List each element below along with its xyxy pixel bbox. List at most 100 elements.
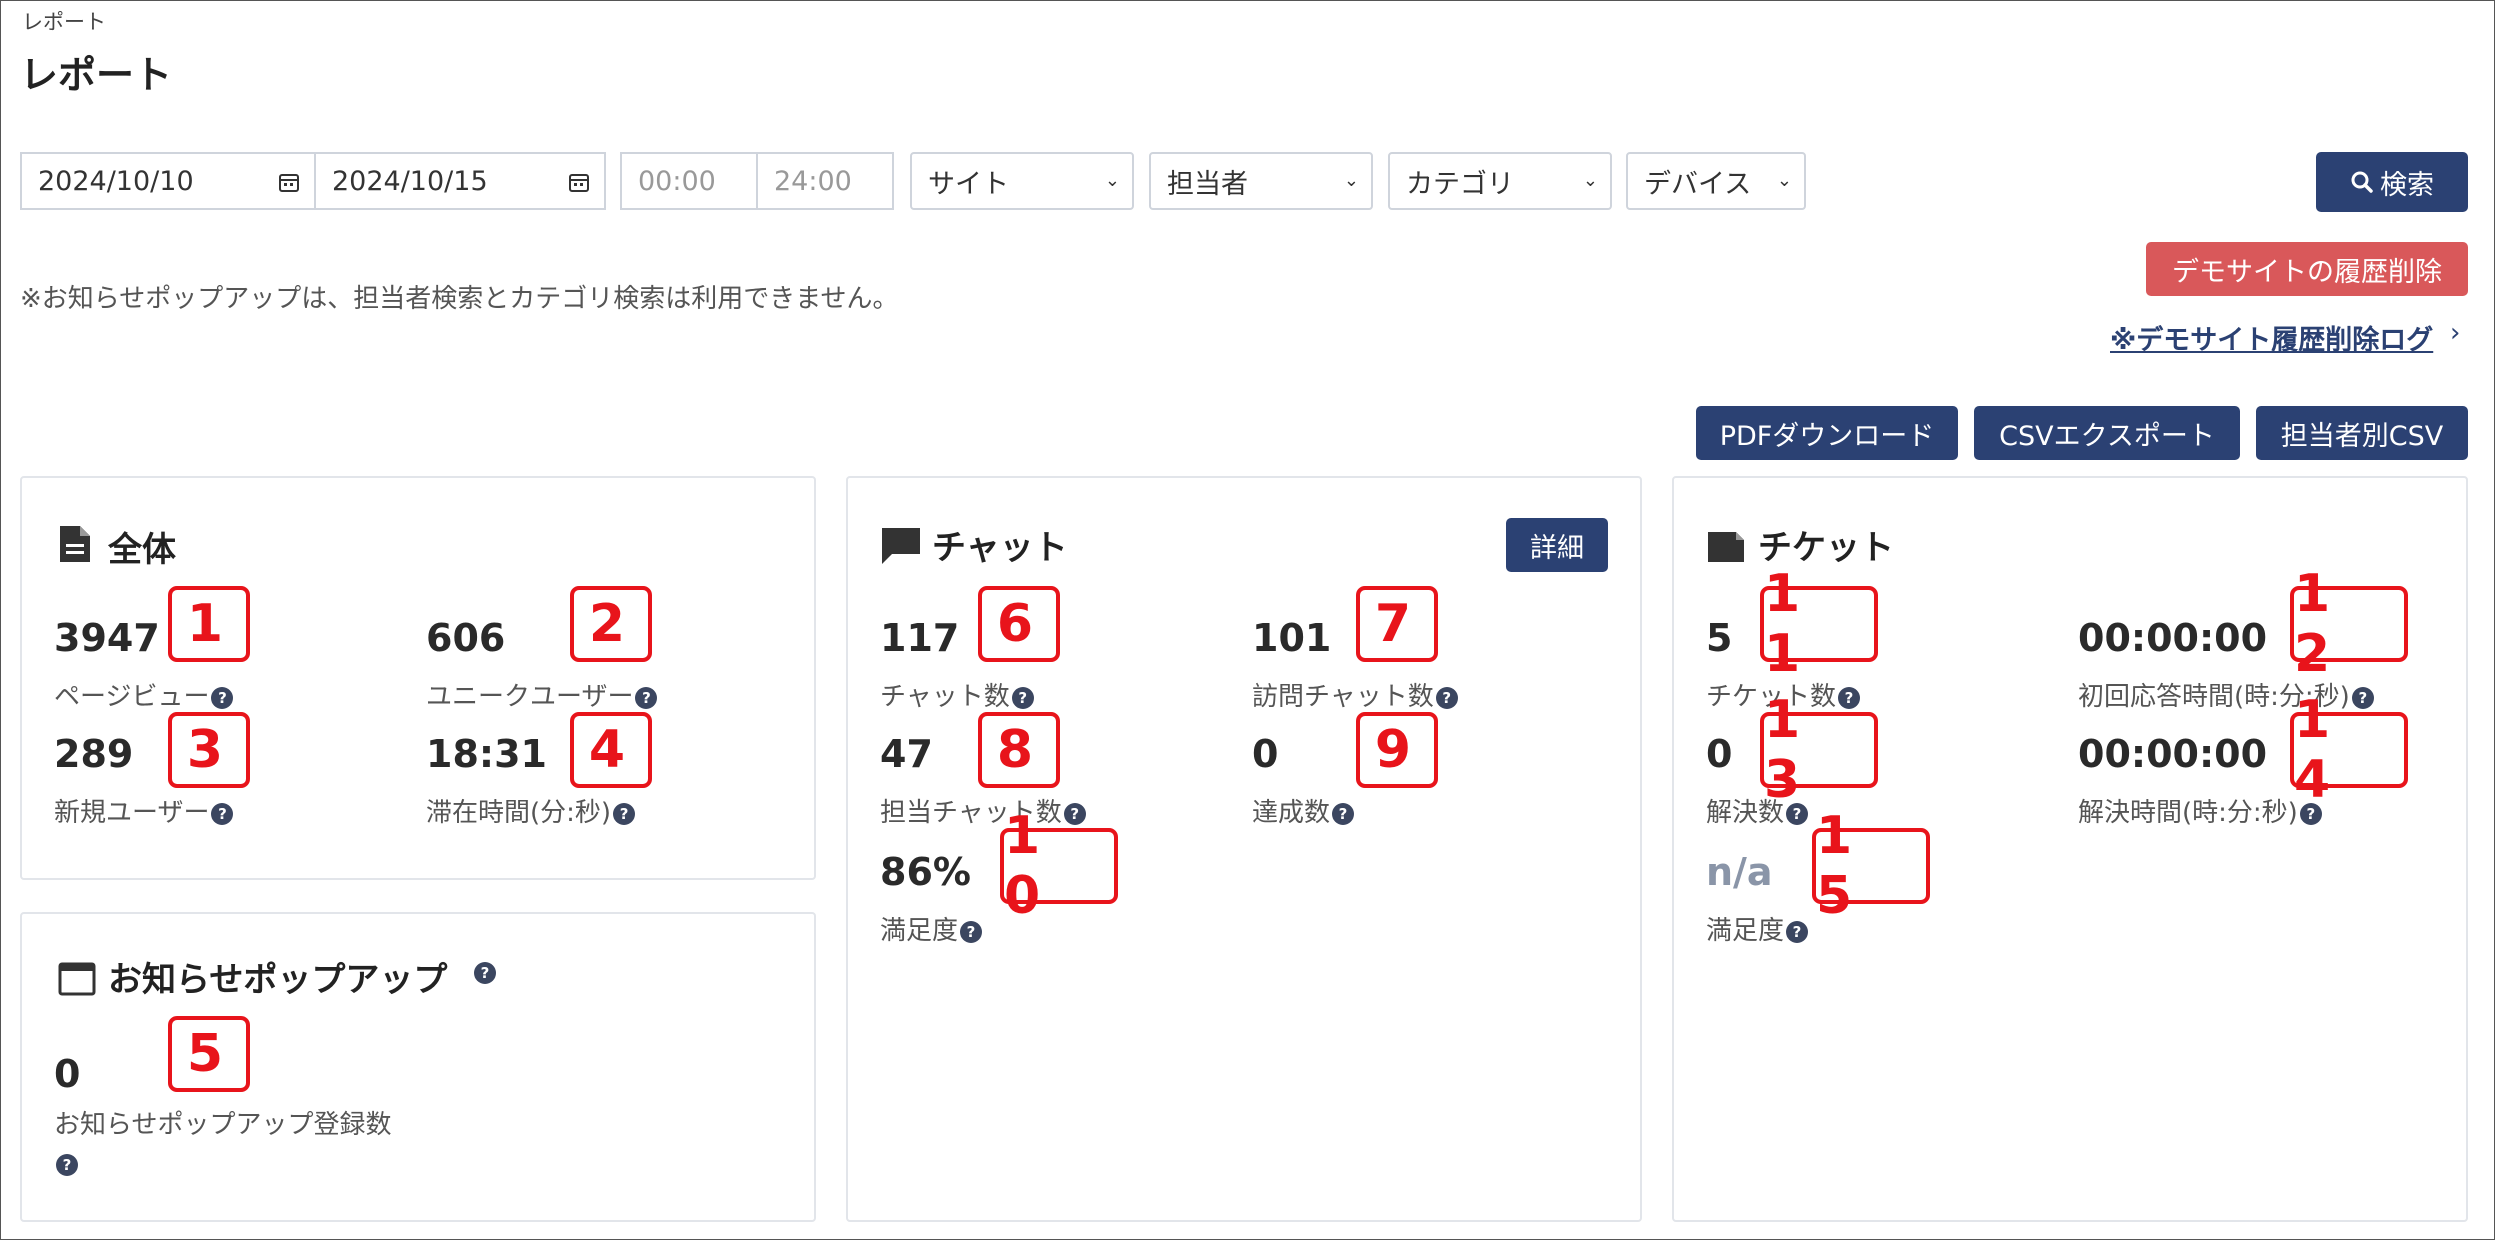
ticket-satisfaction-label: 満足度? [1706,910,1809,947]
site-select-value: サイト [928,168,1009,200]
unique-users-label-text: ユニークユーザー [426,682,634,712]
popup-count-value: 0 [54,1052,81,1096]
new-users-label-text: 新規ユーザー [54,798,210,828]
csv-export-button[interactable]: CSVエクスポート [1974,406,2240,460]
help-icon[interactable]: ? [2299,802,2322,825]
help-icon[interactable]: ? [474,962,496,984]
category-select[interactable]: カテゴリ ⌄ [1388,152,1612,210]
time-from-value: 00:00 [638,165,716,197]
chat-satisfaction-label: 満足度? [880,910,983,947]
popup-title: お知らせポップアップ [108,960,448,1000]
notice-text: ※お知らせポップアップは、担当者検索とカテゴリ検索は利用できません。 [20,284,899,314]
resolved-label-text: 解決数 [1706,798,1785,828]
time-from-field[interactable]: 00:00 [620,152,760,210]
annotation-marker: 1 1 [1760,564,1878,684]
date-to-field[interactable]: 2024/10/15 [314,152,606,210]
ticket-count-value: 5 [1706,616,1733,660]
chat-satisfaction-label-text: 満足度 [880,916,959,946]
annotation-marker: 2 [570,586,652,662]
calendar-icon[interactable] [568,171,590,193]
chevron-down-icon: ⌄ [1776,170,1792,191]
chat-satisfaction-value: 86% [880,850,971,894]
annotation-marker: 6 [978,586,1060,662]
help-icon[interactable]: ? [56,1154,78,1176]
chat-icon [882,528,920,564]
staff-select[interactable]: 担当者 ⌄ [1149,152,1373,210]
csv-export-label: CSVエクスポート [1999,420,2215,452]
pageviews-label: ページビュー? [54,676,234,713]
chevron-down-icon: ⌄ [1343,170,1359,191]
help-icon[interactable]: ? [960,920,983,943]
staff-csv-button[interactable]: 担当者別CSV [2256,406,2468,460]
ticket-icon [1708,532,1744,562]
pageviews-label-text: ページビュー [54,682,210,712]
staff-select-value: 担当者 [1167,168,1248,200]
resolve-time-label: 解決時間(時:分:秒)? [2078,792,2322,829]
overall-title: 全体 [108,530,176,570]
new-users-value: 289 [54,732,134,776]
category-select-value: カテゴリ [1406,168,1514,200]
unique-users-value: 606 [426,616,506,660]
date-to-value: 2024/10/15 [332,165,488,197]
help-icon[interactable]: ? [613,802,636,825]
calendar-icon[interactable] [278,171,300,193]
pdf-download-label: PDFダウンロード [1719,420,1935,452]
annotation-marker: 8 [978,712,1060,788]
stay-time-label-text: 滞在時間(分:秒) [426,798,612,828]
visit-chat-label-text: 訪問チャット数 [1252,682,1434,712]
annotation-marker: 1 2 [2290,564,2408,684]
help-icon[interactable]: ? [1786,920,1809,943]
chevron-down-icon: ⌄ [1582,170,1598,191]
pageviews-value: 3947 [54,616,160,660]
help-icon[interactable]: ? [635,686,658,709]
popup-count-label: お知らせポップアップ登録数 [54,1110,392,1140]
chevron-right-icon[interactable]: › [2450,318,2460,348]
ticket-satisfaction-value: n/a [1706,850,1773,894]
pdf-download-button[interactable]: PDFダウンロード [1696,406,1958,460]
achievement-value: 0 [1252,732,1279,776]
date-from-value: 2024/10/10 [38,165,194,197]
annotation-marker: 4 [570,712,652,788]
help-icon[interactable]: ? [1332,802,1355,825]
chat-detail-button[interactable]: 詳細 [1506,518,1608,572]
resolve-time-value: 00:00:00 [2078,732,2268,776]
help-icon[interactable]: ? [211,802,234,825]
help-icon[interactable]: ? [1435,686,1458,709]
help-icon[interactable]: ? [1786,802,1809,825]
stay-time-value: 18:31 [426,732,547,776]
chat-count-label-text: チャット数 [880,682,1010,712]
demo-history-delete-button[interactable]: デモサイトの履歴削除 [2146,242,2468,296]
ticket-satisfaction-label-text: 満足度 [1706,916,1785,946]
date-from-field[interactable]: 2024/10/10 [20,152,316,210]
annotation-marker: 3 [168,712,250,788]
help-icon[interactable]: ? [211,686,234,709]
resolved-value: 0 [1706,732,1733,776]
stay-time-label: 滞在時間(分:秒)? [426,792,636,829]
annotation-marker: 5 [168,1016,250,1092]
search-button[interactable]: 検索 [2316,152,2468,212]
chat-count-label: チャット数? [880,676,1034,713]
chat-panel [846,476,1642,1222]
breadcrumb[interactable]: レポート [22,6,106,36]
ticket-title: チケット [1758,528,1894,568]
annotation-marker: 1 0 [1000,806,1118,926]
demo-delete-log-link[interactable]: ※デモサイト履歴削除ログ [2110,318,2433,357]
resolved-label: 解決数? [1706,792,1809,829]
chat-count-value: 117 [880,616,960,660]
device-select[interactable]: デバイス ⌄ [1626,152,1806,210]
annotation-marker: 7 [1356,586,1438,662]
search-button-label: 検索 [2380,169,2434,201]
annotation-marker: 9 [1356,712,1438,788]
help-icon[interactable]: ? [1011,686,1034,709]
resolve-time-label-text: 解決時間(時:分:秒) [2078,798,2298,828]
annotation-marker: 1 3 [1760,690,1878,810]
visit-chat-value: 101 [1252,616,1332,660]
achievement-label: 達成数? [1252,792,1355,829]
site-select[interactable]: サイト ⌄ [910,152,1134,210]
chat-detail-label: 詳細 [1530,532,1584,564]
annotation-marker: 1 4 [2290,690,2408,810]
time-to-field[interactable]: 24:00 [756,152,894,210]
document-icon [60,526,90,562]
page-title: レポート [20,53,173,97]
achievement-label-text: 達成数 [1252,798,1331,828]
